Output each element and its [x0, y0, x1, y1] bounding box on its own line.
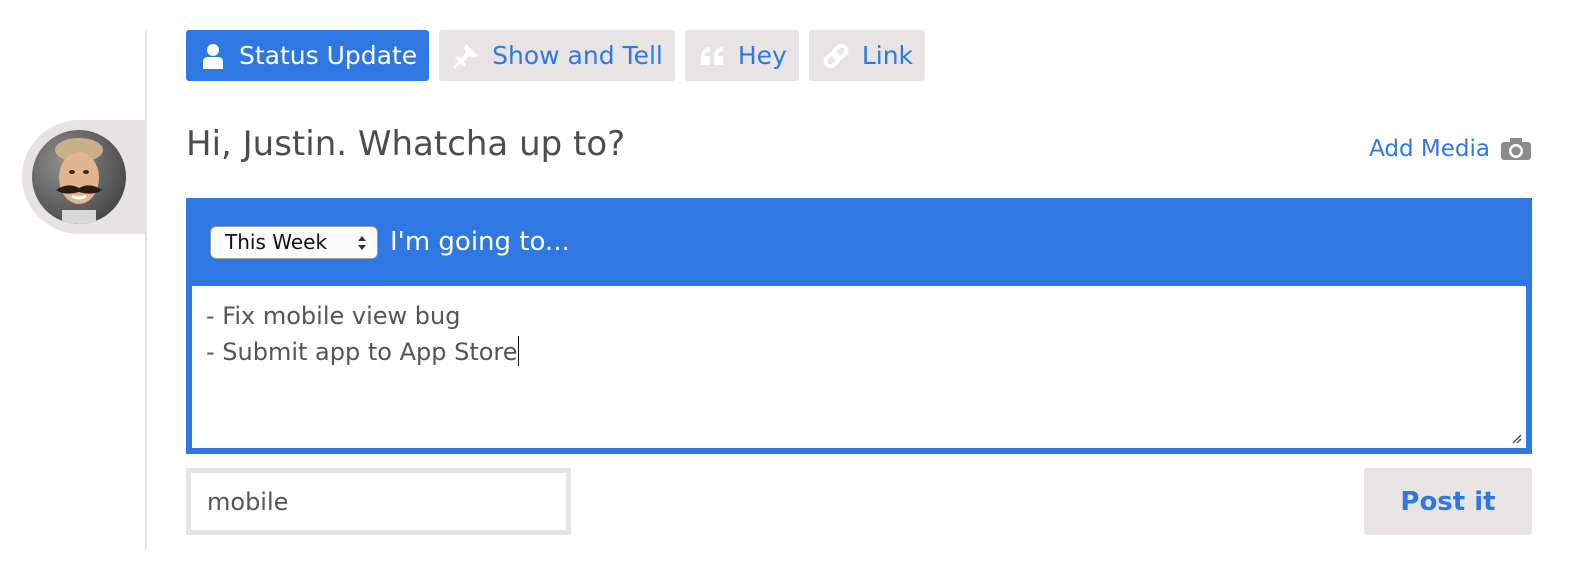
camera-icon [1501, 138, 1531, 160]
quote-icon [698, 42, 726, 70]
text-caret [517, 336, 519, 366]
timeframe-select[interactable]: This Week [210, 225, 378, 259]
tab-show-and-tell[interactable]: Show and Tell [439, 30, 675, 81]
link-icon [822, 42, 850, 70]
person-icon [199, 42, 227, 70]
resize-grip-icon[interactable] [1510, 432, 1522, 444]
status-composer-page: Status Update Show and Tell Hey Link Hi,… [0, 0, 1586, 578]
avatar-tab [22, 120, 147, 234]
tab-label: Hey [737, 41, 787, 70]
user-portrait-icon [55, 138, 103, 224]
tab-link[interactable]: Link [808, 30, 926, 81]
post-button[interactable]: Post it [1364, 468, 1532, 535]
timeline-rail [145, 30, 147, 550]
tab-label: Show and Tell [492, 41, 663, 70]
tags-input-value: mobile [207, 487, 289, 516]
tab-label: Link [861, 41, 914, 70]
timeframe-selected-value: This Week [225, 230, 328, 254]
pushpin-icon [452, 42, 480, 70]
add-media-link[interactable]: Add Media [1369, 136, 1532, 162]
tab-label: Status Update [239, 41, 418, 70]
tab-status-update[interactable]: Status Update [186, 30, 430, 81]
tab-hey[interactable]: Hey [684, 30, 799, 81]
avatar [32, 130, 126, 224]
textarea-line: - Fix mobile view bug [206, 302, 461, 330]
greeting-heading: Hi, Justin. Whatcha up to? [186, 124, 626, 164]
add-media-label: Add Media [1369, 136, 1490, 162]
status-composer: This Week I'm going to... - Fix mobile v… [186, 198, 1532, 454]
textarea-line: - Submit app to App Store [206, 336, 519, 366]
tags-input[interactable]: mobile [186, 468, 571, 535]
composer-header: This Week I'm going to... [186, 198, 1532, 286]
status-textarea[interactable]: - Fix mobile view bug - Submit app to Ap… [192, 286, 1526, 448]
composer-lead-text: I'm going to... [390, 227, 570, 257]
select-arrows-icon [358, 235, 366, 250]
post-type-tabs: Status Update Show and Tell Hey Link [186, 30, 926, 81]
